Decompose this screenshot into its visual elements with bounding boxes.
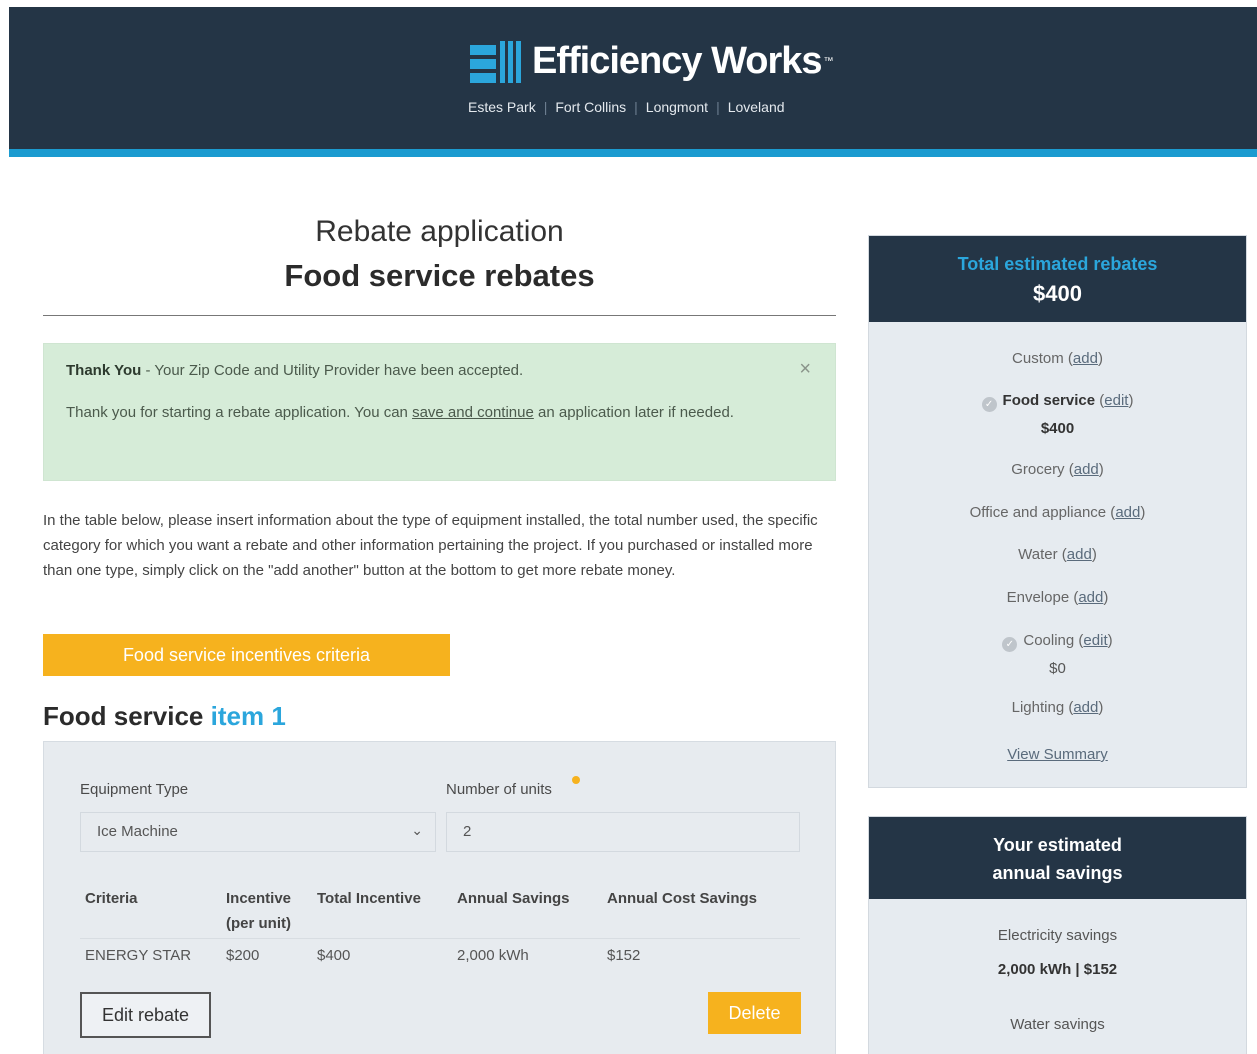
category-grocery: Grocery (add) — [1011, 461, 1104, 478]
savings-title: Your estimated annual savings — [869, 831, 1246, 887]
category-name: Custom — [1012, 350, 1064, 367]
edit-food-service-link[interactable]: edit — [1104, 392, 1128, 409]
category-office-appliance: Office and appliance (add) — [969, 504, 1146, 521]
savings-title-line-1: Your estimated — [993, 835, 1122, 855]
delete-button[interactable]: Delete — [708, 992, 801, 1034]
add-office-appliance-link[interactable]: add — [1115, 504, 1140, 521]
add-lighting-link[interactable]: add — [1073, 699, 1098, 716]
alert-message: - Your Zip Code and Utility Provider hav… — [141, 362, 524, 379]
success-alert: × Thank You - Your Zip Code and Utility … — [43, 343, 836, 481]
add-water-link[interactable]: add — [1067, 546, 1092, 563]
category-name: Lighting — [1011, 699, 1065, 716]
alert-line-1: Thank You - Your Zip Code and Utility Pr… — [66, 362, 813, 379]
add-custom-link[interactable]: add — [1073, 350, 1098, 367]
brand-name: Efficiency Works — [532, 39, 823, 82]
savings-title-line-2: annual savings — [992, 863, 1123, 883]
table-divider — [80, 938, 800, 939]
save-and-continue-link[interactable]: save and continue — [412, 404, 534, 421]
alert-text-before: Thank you for starting a rebate applicat… — [66, 404, 413, 421]
efficiency-works-logo[interactable]: Efficiency Works ™ — [470, 35, 834, 87]
item-heading-number: item 1 — [210, 701, 286, 731]
alert-strong: Thank You — [66, 362, 142, 379]
city-estes-park: Estes Park — [468, 99, 536, 115]
logo-mark-icon — [470, 37, 526, 85]
close-icon[interactable]: × — [799, 358, 811, 381]
add-grocery-link[interactable]: add — [1074, 461, 1099, 478]
cell-incentive: $200 — [226, 947, 260, 964]
rebates-summary-card: Total estimated rebates $400 Custom (add… — [868, 235, 1247, 788]
category-name: Envelope — [1006, 589, 1070, 606]
category-name: Food service — [1002, 392, 1096, 409]
item-heading-prefix: Food service — [43, 701, 204, 731]
view-summary: View Summary — [869, 746, 1246, 763]
equipment-type-label: Equipment Type — [80, 781, 189, 798]
category-cooling: ✓ Cooling (edit) $0 — [869, 632, 1246, 677]
savings-card: Your estimated annual savings Electricity… — [868, 816, 1247, 1054]
total-rebates-title: Total estimated rebates — [957, 254, 1158, 274]
total-rebates-value: $400 — [1033, 281, 1082, 306]
city-fort-collins: Fort Collins — [555, 99, 627, 115]
electricity-savings-label: Electricity savings — [997, 927, 1118, 944]
required-indicator-icon — [572, 776, 580, 784]
category-name: Office and appliance — [969, 504, 1107, 521]
city-list: Estes Park | Fort Collins | Longmont | Lovelan… — [468, 99, 785, 115]
units-label: Number of units — [446, 781, 552, 798]
site-header: Efficiency Works ™ Estes Park | Fort Collin… — [9, 7, 1257, 157]
cell-total-incentive: $400 — [317, 947, 351, 964]
cell-annual-savings: 2,000 kWh — [457, 947, 529, 964]
electricity-savings-value: 2,000 kWh | $152 — [997, 961, 1118, 978]
category-custom: Custom (add) — [1012, 350, 1103, 367]
savings-header: Your estimated annual savings — [869, 817, 1246, 899]
chevron-down-icon: ⌄ — [411, 822, 423, 838]
edit-rebate-button[interactable]: Edit rebate — [80, 992, 211, 1038]
check-icon: ✓ — [981, 397, 997, 412]
page-subtitle: Food service rebates — [284, 258, 595, 293]
cell-criteria: ENERGY STAR — [85, 947, 192, 964]
trademark: ™ — [823, 55, 834, 67]
city-loveland: Loveland — [727, 99, 785, 115]
col-header-annual-savings: Annual Savings — [457, 890, 570, 907]
category-amount: $400 — [1040, 420, 1075, 437]
add-envelope-link[interactable]: add — [1078, 589, 1103, 606]
equipment-type-value: Ice Machine — [97, 823, 178, 840]
check-icon: ✓ — [1002, 637, 1018, 652]
page-title: Rebate application — [315, 215, 564, 248]
item-heading: Food service item 1 — [43, 701, 286, 732]
edit-cooling-link[interactable]: edit — [1083, 632, 1107, 649]
intro-text: In the table below, please insert inform… — [43, 512, 818, 579]
category-amount: $0 — [1049, 660, 1066, 677]
alert-line-2: Thank you for starting a rebate applicat… — [66, 400, 766, 425]
cell-annual-cost-savings: $152 — [607, 947, 641, 964]
city-longmont: Longmont — [645, 99, 709, 115]
category-name: Grocery — [1011, 461, 1065, 478]
title-divider — [43, 315, 836, 316]
col-header-total-incentive: Total Incentive — [317, 890, 421, 907]
rebate-item-card: Equipment Type Number of units Ice Machi… — [43, 741, 836, 1054]
category-water: Water (add) — [1018, 546, 1097, 563]
incentives-criteria-button[interactable]: Food service incentives criteria — [43, 634, 450, 676]
col-header-incentive: Incentive (per unit) — [226, 890, 292, 932]
col-header-annual-cost-savings: Annual Cost Savings — [607, 890, 758, 907]
category-lighting: Lighting (add) — [1011, 699, 1104, 716]
category-name: Cooling — [1023, 632, 1075, 649]
rebates-summary-header: Total estimated rebates $400 — [869, 236, 1246, 322]
number-of-units-input[interactable]: 2 — [446, 812, 800, 852]
category-food-service: ✓ Food service (edit) $400 — [869, 392, 1246, 437]
col-header-criteria: Criteria — [85, 890, 138, 907]
alert-text-after: an application later if needed. — [533, 404, 734, 421]
category-name: Water — [1018, 546, 1058, 563]
water-savings-label: Water savings — [1010, 1016, 1105, 1033]
category-envelope: Envelope (add) — [1006, 589, 1109, 606]
equipment-type-select[interactable]: Ice Machine ⌄ — [80, 812, 436, 852]
view-summary-link[interactable]: View Summary — [1007, 746, 1108, 763]
